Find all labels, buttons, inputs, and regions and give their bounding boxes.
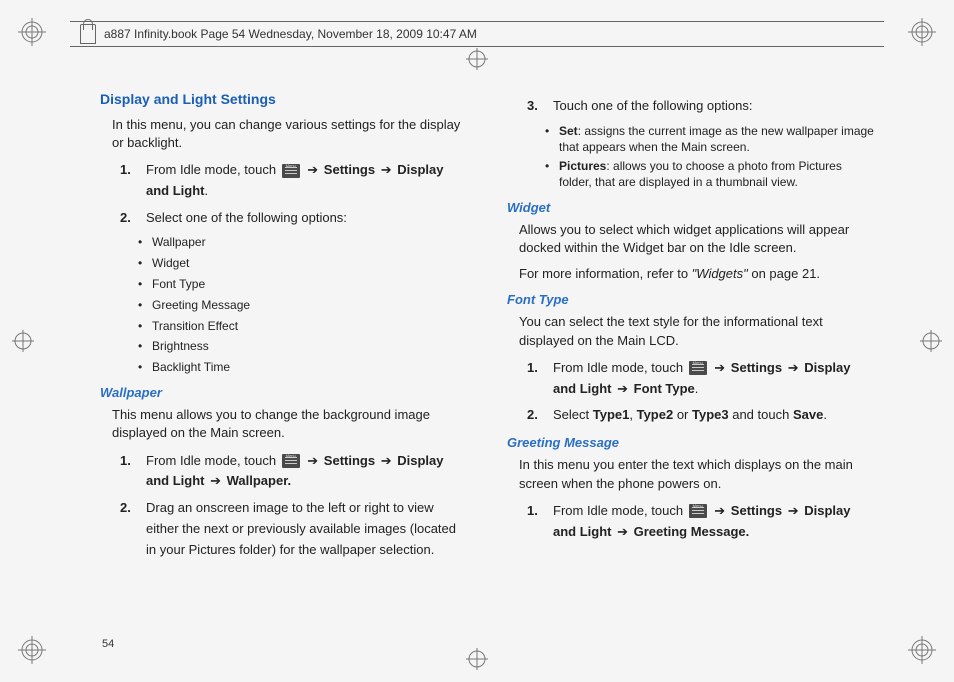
greeting-intro: In this menu you enter the text which di… (519, 456, 874, 492)
ft-step-2: Select Type1, Type2 or Type3 and touch S… (527, 405, 874, 426)
crosshair-left-icon (12, 330, 34, 352)
opt-brightness: Brightness (138, 338, 467, 355)
heading-font-type: Font Type (507, 291, 874, 309)
ft-step-1: From Idle mode, touch ➔ Settings ➔ Displ… (527, 358, 874, 400)
heading-widget: Widget (507, 199, 874, 217)
step-1: From Idle mode, touch ➔ Settings ➔ Displ… (120, 160, 467, 202)
wp-step-2: Drag an onscreen image to the left or ri… (120, 498, 467, 560)
wallpaper-steps-cont: Touch one of the following options: (527, 96, 874, 117)
page-number: 54 (102, 638, 114, 650)
wp-step-3: Touch one of the following options: (527, 96, 874, 117)
book-icon (80, 24, 96, 44)
crosshair-bottom-icon (466, 648, 488, 670)
widget-p1: Allows you to select which widget applic… (519, 221, 874, 257)
display-light-intro: In this menu, you can change various set… (112, 116, 467, 152)
menu-icon (282, 164, 300, 178)
widget-p2: For more information, refer to "Widgets"… (519, 265, 874, 283)
opt-backlight: Backlight Time (138, 359, 467, 376)
right-column: Touch one of the following options: Set:… (507, 90, 874, 632)
wallpaper-intro: This menu allows you to change the backg… (112, 406, 467, 442)
opt-wallpaper: Wallpaper (138, 234, 467, 251)
left-column: Display and Light Settings In this menu,… (100, 90, 467, 632)
menu-icon (282, 454, 300, 468)
menu-icon (689, 361, 707, 375)
step-2: Select one of the following options: (120, 208, 467, 229)
greeting-steps: From Idle mode, touch ➔ Settings ➔ Displ… (527, 501, 874, 543)
opt-transition: Transition Effect (138, 318, 467, 335)
page-header: a887 Infinity.book Page 54 Wednesday, No… (70, 21, 884, 47)
opt-font-type: Font Type (138, 276, 467, 293)
heading-greeting: Greeting Message (507, 434, 874, 452)
opt-pictures: Pictures: allows you to choose a photo f… (545, 158, 874, 190)
page-content: Display and Light Settings In this menu,… (100, 90, 874, 632)
header-text: a887 Infinity.book Page 54 Wednesday, No… (104, 27, 477, 41)
opt-widget: Widget (138, 255, 467, 272)
registration-mark-tl-icon (18, 18, 46, 46)
gm-step-1: From Idle mode, touch ➔ Settings ➔ Displ… (527, 501, 874, 543)
wallpaper-options: Set: assigns the current image as the ne… (545, 123, 874, 191)
wp-step-1: From Idle mode, touch ➔ Settings ➔ Displ… (120, 451, 467, 493)
heading-display-light: Display and Light Settings (100, 90, 467, 110)
heading-wallpaper: Wallpaper (100, 384, 467, 402)
display-light-steps: From Idle mode, touch ➔ Settings ➔ Displ… (120, 160, 467, 228)
opt-set: Set: assigns the current image as the ne… (545, 123, 874, 155)
option-list: Wallpaper Widget Font Type Greeting Mess… (138, 234, 467, 376)
registration-mark-br-icon (908, 636, 936, 664)
registration-mark-bl-icon (18, 636, 46, 664)
wallpaper-steps: From Idle mode, touch ➔ Settings ➔ Displ… (120, 451, 467, 561)
registration-mark-tr-icon (908, 18, 936, 46)
crosshair-right-icon (920, 330, 942, 352)
menu-icon (689, 504, 707, 518)
font-intro: You can select the text style for the in… (519, 313, 874, 349)
opt-greeting: Greeting Message (138, 297, 467, 314)
crosshair-top-icon (466, 48, 488, 70)
font-steps: From Idle mode, touch ➔ Settings ➔ Displ… (527, 358, 874, 426)
